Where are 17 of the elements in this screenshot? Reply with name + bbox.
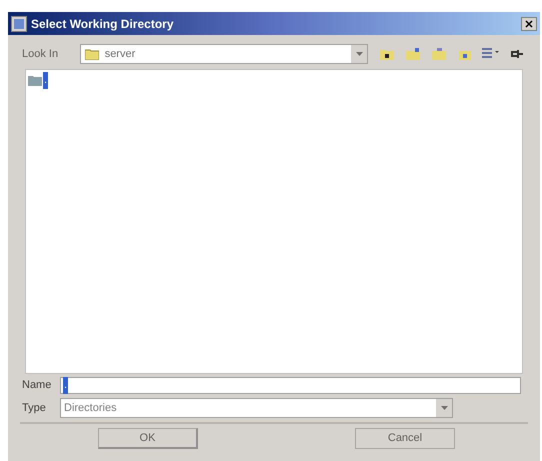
type-label: Type [22,400,47,416]
folder-icon[interactable] [430,45,448,63]
folder-icon [84,48,99,60]
name-field[interactable]: . [60,377,521,394]
new-folder-icon[interactable] [404,45,422,63]
look-in-dropdown[interactable]: server [80,44,368,64]
ok-button[interactable]: OK [98,428,198,449]
close-button[interactable] [521,16,537,30]
type-dropdown[interactable]: Directories [60,398,453,418]
close-icon [525,20,533,28]
cancel-button[interactable]: Cancel [355,428,455,449]
window-icon [11,16,27,32]
folder-icon [28,74,42,86]
window-title: Select Working Directory [31,16,174,32]
file-list-item[interactable]: . [43,72,48,88]
look-in-label: Look In [22,46,60,62]
name-label: Name [22,378,52,394]
